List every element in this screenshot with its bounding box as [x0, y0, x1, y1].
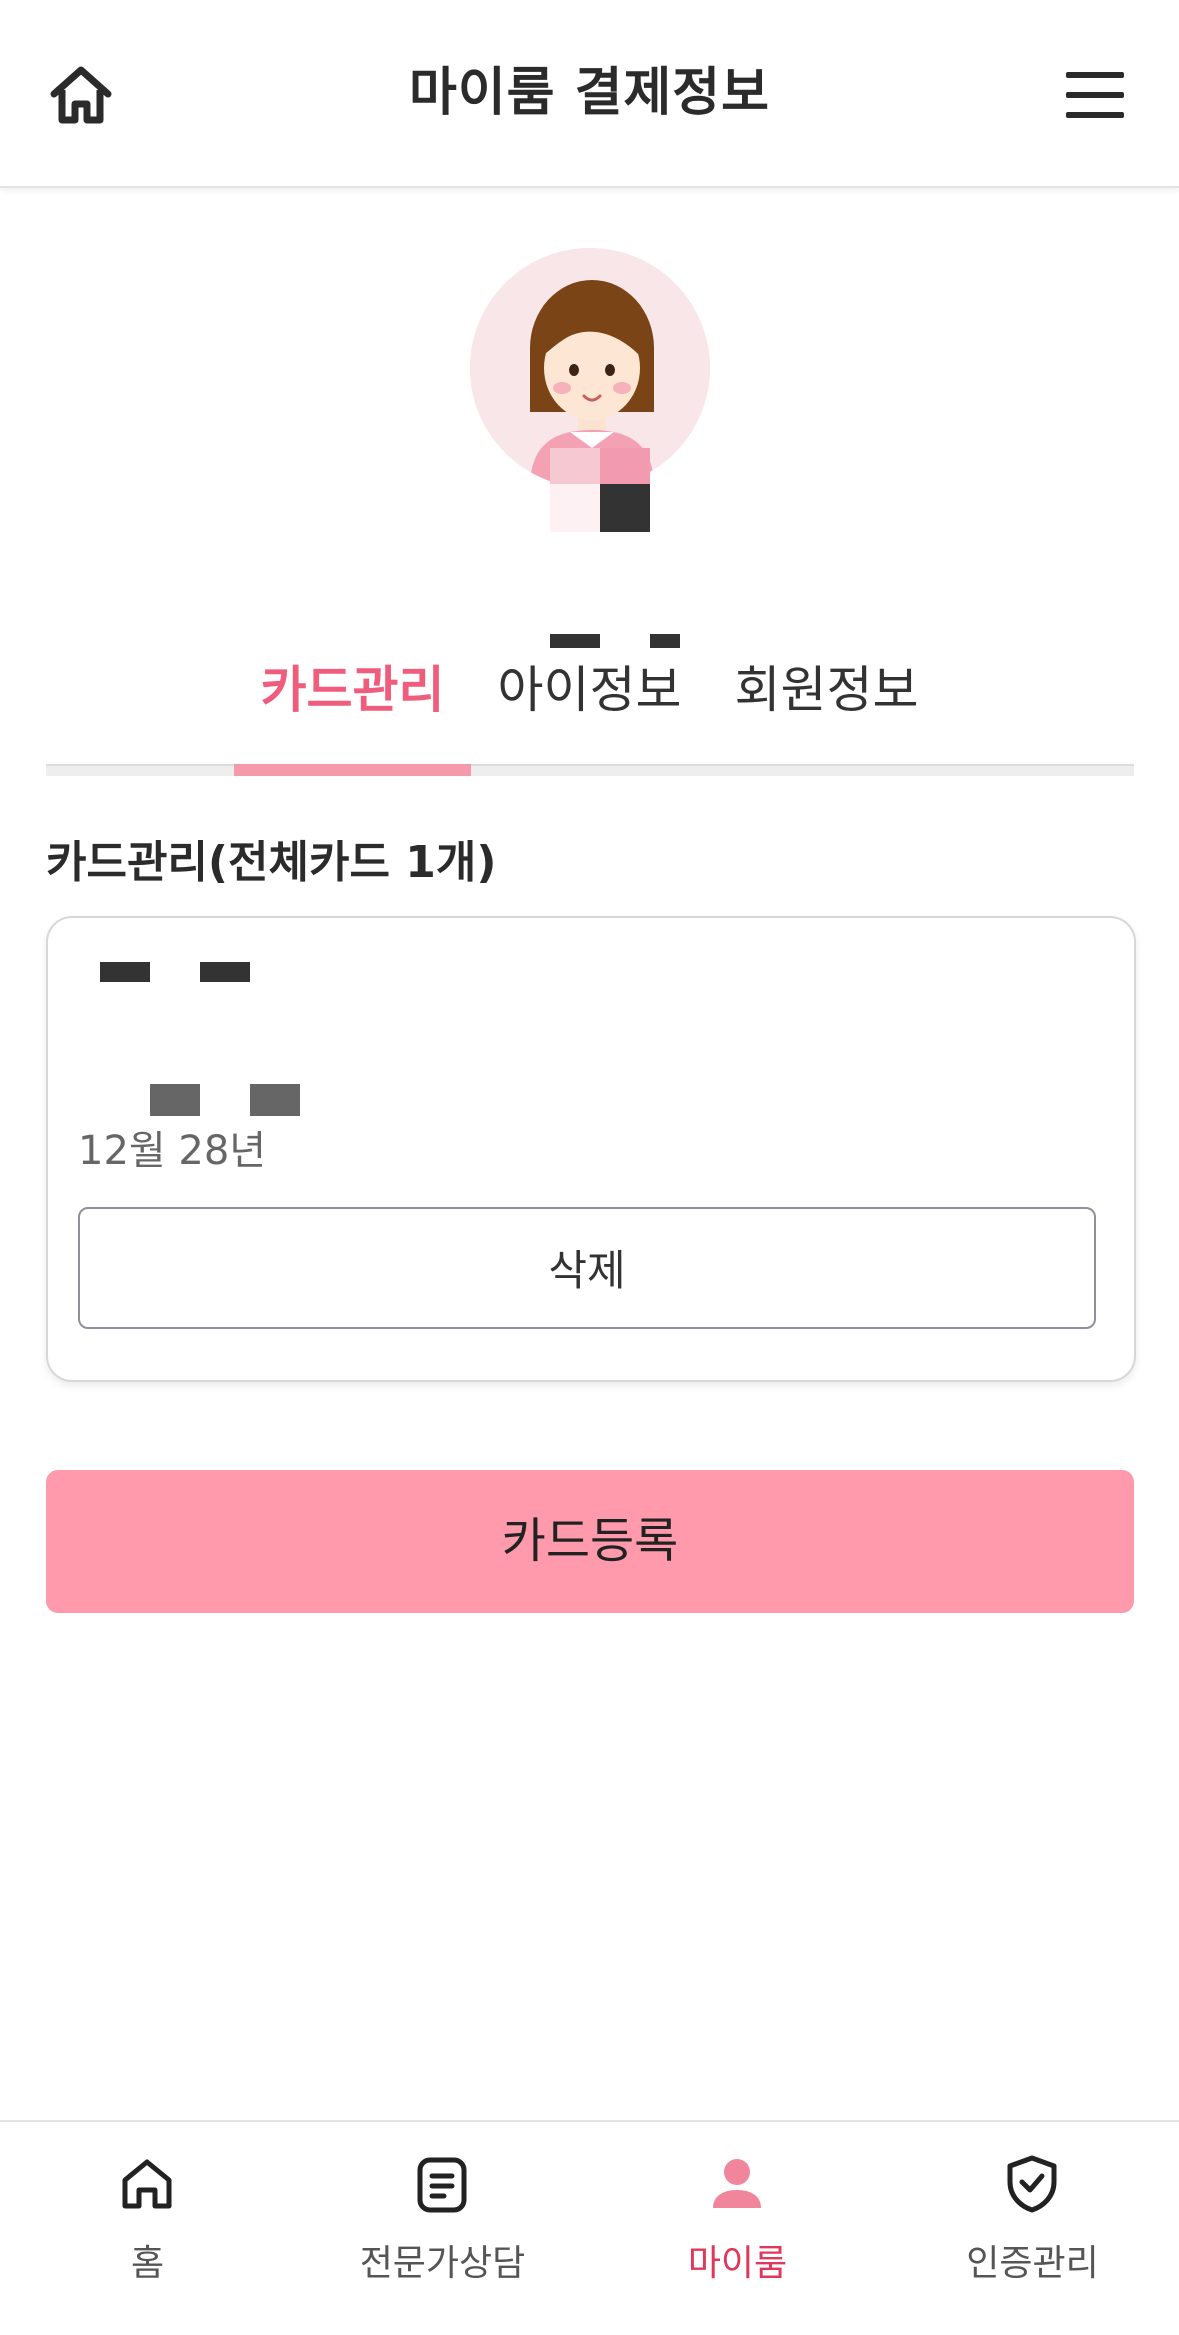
redaction-block	[150, 1084, 200, 1116]
nav-label: 전문가상담	[359, 2243, 526, 2284]
tab-active-indicator	[234, 764, 471, 776]
tab-child-info[interactable]: 아이정보	[471, 640, 708, 740]
redaction-block	[600, 448, 650, 484]
redaction-block	[550, 448, 600, 484]
hamburger-menu-icon	[1066, 72, 1124, 118]
top-header: 마이룸 결제정보	[0, 0, 1179, 188]
redaction-block	[550, 484, 600, 532]
redaction-block	[600, 484, 650, 532]
redaction-block	[200, 962, 250, 982]
document-icon	[417, 2157, 467, 2213]
nav-label: 인증관리	[966, 2243, 1099, 2284]
home-icon	[122, 2159, 172, 2209]
nav-label: 마이룸	[687, 2243, 788, 2284]
nav-verification[interactable]: 인증관리	[885, 2122, 1179, 2335]
nav-expert-consult[interactable]: 전문가상담	[295, 2122, 590, 2335]
delete-card-button[interactable]: 삭제	[78, 1207, 1096, 1329]
nav-my-room[interactable]: 마이룸	[590, 2122, 885, 2335]
tab-card-management[interactable]: 카드관리	[234, 640, 471, 740]
page-title: 마이룸 결제정보	[409, 63, 770, 123]
tab-bar: 카드관리 아이정보 회원정보	[46, 640, 1134, 780]
person-icon	[713, 2159, 761, 2208]
register-card-button[interactable]: 카드등록	[46, 1470, 1134, 1613]
redaction-block	[250, 1084, 300, 1116]
card-expiry: 12월 28년	[78, 1128, 267, 1174]
card-section-title: 카드관리(전체카드 1개)	[46, 837, 497, 888]
redaction-block	[100, 962, 150, 982]
nav-home[interactable]: 홈	[0, 2122, 295, 2335]
bottom-navigation: 홈 전문가상담 마이룸 인증관리	[0, 2120, 1179, 2335]
tab-member-info[interactable]: 회원정보	[708, 640, 945, 740]
menu-button[interactable]	[1060, 66, 1130, 126]
shield-check-icon	[1007, 2155, 1057, 2213]
nav-label: 홈	[130, 2243, 165, 2284]
home-button[interactable]	[46, 60, 116, 130]
tab-track	[46, 764, 1134, 776]
home-icon	[50, 66, 112, 124]
